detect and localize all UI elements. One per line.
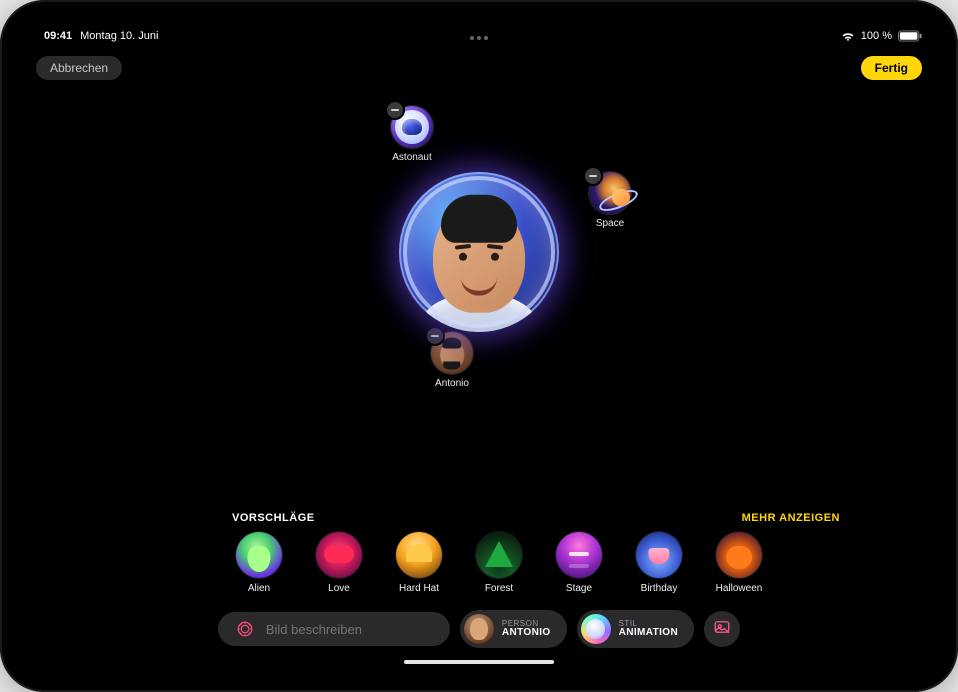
suggestions-header: VORSCHLÄGE	[232, 512, 315, 524]
concept-token-label: Astonaut	[382, 152, 442, 163]
status-time: 09:41	[44, 30, 72, 42]
suggestion-label: Stage	[566, 583, 592, 594]
suggestion-stage[interactable]: Stage	[552, 532, 606, 594]
concept-token-space[interactable]: Space	[580, 172, 640, 229]
style-chip[interactable]: STIL ANIMATION	[577, 610, 695, 648]
suggestion-label: Alien	[248, 583, 270, 594]
alien-icon	[236, 532, 282, 578]
describe-input[interactable]	[264, 621, 432, 638]
sparkle-icon	[236, 620, 254, 638]
status-right: 100 %	[841, 30, 922, 42]
cake-icon	[636, 532, 682, 578]
show-more-link[interactable]: MEHR ANZEIGEN	[742, 512, 840, 524]
status-bar: 09:41 Montag 10. Juni 100 %	[22, 22, 936, 48]
bottom-panel: VORSCHLÄGE MEHR ANZEIGEN Alien Love Hard…	[22, 512, 936, 670]
suggestion-label: Love	[328, 583, 350, 594]
home-indicator[interactable]	[404, 660, 554, 664]
remove-icon[interactable]	[585, 168, 601, 184]
suggestion-halloween[interactable]: Halloween	[712, 532, 766, 594]
multitask-dots[interactable]	[470, 32, 488, 40]
suggestions-row: Alien Love Hard Hat Forest Stage	[22, 532, 936, 608]
status-left: 09:41 Montag 10. Juni	[44, 30, 158, 42]
screen: 09:41 Montag 10. Juni 100 %	[22, 22, 936, 670]
status-date: Montag 10. Juni	[80, 30, 158, 42]
style-chip-value: ANIMATION	[619, 628, 679, 639]
pumpkin-icon	[716, 532, 762, 578]
style-swatch-icon	[581, 614, 611, 644]
person-chip[interactable]: PERSON ANTONIO	[460, 610, 567, 648]
cancel-button[interactable]: Abbrechen	[36, 56, 122, 80]
heart-icon	[316, 532, 362, 578]
person-chip-value: ANTONIO	[502, 628, 551, 639]
suggestion-label: Hard Hat	[399, 583, 439, 594]
suggestion-label: Forest	[485, 583, 513, 594]
generated-preview[interactable]	[399, 172, 559, 332]
gallery-button[interactable]	[704, 611, 740, 647]
concept-token-astronaut[interactable]: Astonaut	[382, 106, 442, 163]
concept-token-person[interactable]: Antonio	[422, 332, 482, 389]
suggestion-birthday[interactable]: Birthday	[632, 532, 686, 594]
suggestion-label: Birthday	[641, 583, 678, 594]
stage-icon	[556, 532, 602, 578]
remove-icon[interactable]	[387, 102, 403, 118]
composition-canvas[interactable]: Astonaut Space Antonio	[22, 92, 936, 440]
suggestion-label: Halloween	[716, 583, 763, 594]
concept-token-label: Antonio	[422, 378, 482, 389]
done-button[interactable]: Fertig	[861, 56, 922, 80]
suggestion-alien[interactable]: Alien	[232, 532, 286, 594]
person-avatar-icon	[464, 614, 494, 644]
tree-icon	[476, 532, 522, 578]
battery-percent: 100 %	[861, 30, 892, 42]
concept-token-label: Space	[580, 218, 640, 229]
suggestion-hardhat[interactable]: Hard Hat	[392, 532, 446, 594]
suggestion-love[interactable]: Love	[312, 532, 366, 594]
wifi-icon	[841, 31, 855, 42]
ipad-frame: 09:41 Montag 10. Juni 100 %	[0, 0, 958, 692]
nav-bar: Abbrechen Fertig	[22, 50, 936, 86]
photo-icon	[713, 618, 731, 641]
describe-field[interactable]	[218, 612, 450, 646]
battery-icon	[898, 30, 922, 42]
suggestion-forest[interactable]: Forest	[472, 532, 526, 594]
hardhat-icon	[396, 532, 442, 578]
input-row: PERSON ANTONIO STIL ANIMATION	[22, 608, 936, 648]
